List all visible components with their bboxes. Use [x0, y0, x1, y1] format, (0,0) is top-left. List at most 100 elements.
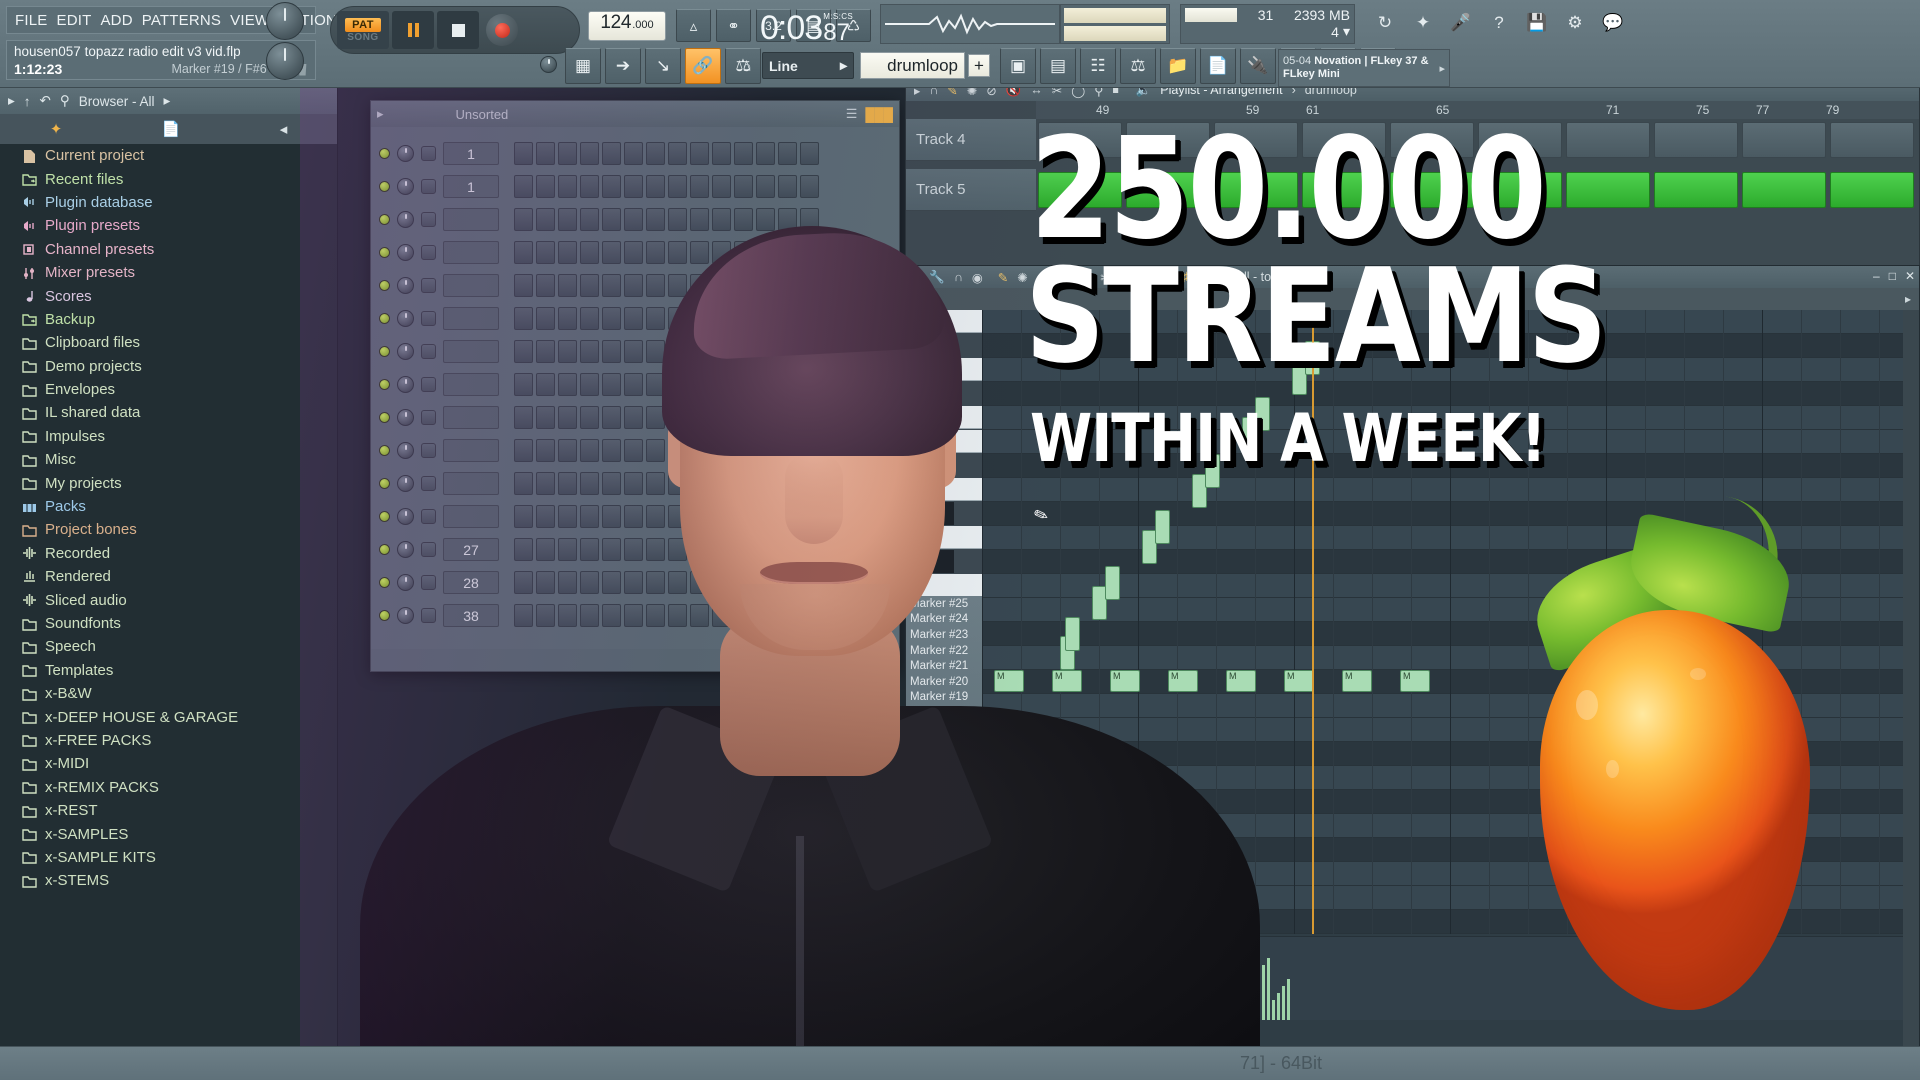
velocity-bar[interactable]	[1052, 965, 1055, 1020]
piano-roll-wrench-icon[interactable]: 🔧	[929, 270, 945, 285]
velocity-bar[interactable]	[1132, 1000, 1135, 1020]
channel-pan-knob[interactable]	[397, 442, 414, 459]
piano-roll-marker[interactable]: Marker #21	[906, 658, 982, 674]
piano-roll-note[interactable]	[1154, 510, 1170, 545]
channel-name[interactable]: 28	[443, 571, 499, 594]
channel-mute-button[interactable]	[421, 146, 436, 161]
piano-key-white[interactable]	[906, 358, 982, 381]
piano-roll-channel-icon[interactable]: ♯	[1182, 270, 1188, 284]
velocity-bar[interactable]	[1152, 972, 1155, 1020]
menu-item-file[interactable]: FILE	[15, 12, 47, 29]
master-volume-knob[interactable]	[266, 2, 304, 40]
playlist-clip[interactable]	[1478, 172, 1562, 208]
playlist-clip[interactable]	[1126, 122, 1210, 158]
channel-name[interactable]	[443, 208, 499, 231]
channel-led-icon[interactable]	[379, 478, 390, 489]
browser-item[interactable]: Current project	[0, 144, 337, 167]
maximize-icon[interactable]: □	[1889, 269, 1896, 283]
velocity-bar[interactable]	[1262, 965, 1265, 1020]
velocity-bar[interactable]	[1252, 979, 1255, 1020]
channel-led-icon[interactable]	[379, 511, 390, 522]
channel-rack-group-name[interactable]: Unsorted	[456, 107, 509, 122]
velocity-bar[interactable]	[1202, 1000, 1205, 1020]
piano-roll-marker[interactable]: Marker #14	[906, 768, 982, 784]
channel-rack-row[interactable]	[379, 335, 891, 368]
piano-roll-delete-tool-icon[interactable]: ⊘	[1056, 270, 1066, 285]
browser-item[interactable]: Sliced audio	[0, 588, 337, 611]
piano-roll-next-icon[interactable]: ▸	[1905, 292, 1911, 306]
piano-roll-mute-tool-icon[interactable]: 🔇	[1076, 270, 1092, 285]
comment-icon[interactable]: 💬	[1598, 8, 1628, 38]
channel-led-icon[interactable]	[379, 181, 390, 192]
refresh-icon[interactable]: ↻	[1370, 8, 1400, 38]
piano-roll-note[interactable]: M	[1052, 670, 1082, 692]
velocity-bar[interactable]	[1162, 958, 1165, 1020]
browser-up-icon[interactable]: ↑	[24, 94, 31, 109]
channel-rack-graph-icon[interactable]: ☰	[846, 106, 858, 122]
menu-item-add[interactable]: ADD	[100, 12, 132, 29]
channel-pan-knob[interactable]	[397, 211, 414, 228]
slide-notes-button[interactable]: ↘	[645, 48, 681, 84]
channel-mute-button[interactable]	[421, 542, 436, 557]
channel-pan-knob[interactable]	[397, 376, 414, 393]
channel-rack-row[interactable]	[379, 236, 891, 269]
channel-led-icon[interactable]	[379, 148, 390, 159]
velocity-bar[interactable]	[1042, 979, 1045, 1020]
browser-item[interactable]: Envelopes	[0, 378, 337, 401]
velocity-bar[interactable]	[1112, 979, 1115, 1020]
browser-wave-tool-icon[interactable]: ✦	[50, 120, 63, 138]
velocity-bar[interactable]	[1147, 979, 1150, 1020]
channel-name[interactable]	[443, 439, 499, 462]
master-level-meter[interactable]	[1060, 4, 1170, 44]
channel-pan-knob[interactable]	[397, 244, 414, 261]
channel-led-icon[interactable]	[379, 379, 390, 390]
channel-rack-expand-icon[interactable]: ▸	[377, 106, 384, 122]
velocity-bar[interactable]	[1187, 972, 1190, 1020]
channel-led-icon[interactable]	[379, 577, 390, 588]
piano-roll-note[interactable]	[1064, 616, 1080, 651]
browser-item[interactable]: x-FREE PACKS	[0, 729, 337, 752]
channel-rack-row[interactable]	[379, 434, 891, 467]
channel-mute-button[interactable]	[421, 608, 436, 623]
channel-mute-button[interactable]	[421, 410, 436, 425]
piano-key-black[interactable]	[906, 910, 954, 933]
channel-mute-button[interactable]	[421, 509, 436, 524]
channel-pan-knob[interactable]	[397, 508, 414, 525]
snap-selector[interactable]: Line ▸	[762, 52, 854, 79]
channel-step-grid[interactable]	[514, 241, 819, 264]
channel-name[interactable]	[443, 340, 499, 363]
channel-name[interactable]: 27	[443, 538, 499, 561]
browser-item[interactable]: Plugin database	[0, 191, 337, 214]
piano-roll-marker[interactable]: Marker #25	[906, 596, 982, 612]
piano-roll-marker[interactable]: Marker #13	[906, 783, 982, 799]
channel-led-icon[interactable]	[379, 313, 390, 324]
menu-item-patterns[interactable]: PATTERNS	[142, 12, 221, 29]
velocity-bar[interactable]	[1117, 972, 1120, 1020]
link-tools-icon[interactable]: ✦	[1408, 8, 1438, 38]
velocity-bar[interactable]	[1092, 958, 1095, 1020]
microphone-icon[interactable]: 🎤	[1446, 8, 1476, 38]
add-pattern-button[interactable]: +	[968, 54, 990, 77]
channel-rack-row[interactable]: 27	[379, 533, 891, 566]
channel-mute-button[interactable]	[421, 245, 436, 260]
browser-item[interactable]: Recent files	[0, 167, 337, 190]
browser-menu-chevron-icon[interactable]: ▸	[164, 93, 171, 109]
channel-rack-row[interactable]: 1	[379, 137, 891, 170]
playlist-clip[interactable]	[1830, 172, 1914, 208]
channel-name[interactable]	[443, 274, 499, 297]
playlist-clip[interactable]	[1654, 122, 1738, 158]
channel-rack-button[interactable]: ☷	[1080, 48, 1116, 84]
piano-roll-slip-tool-icon[interactable]: ✂	[1100, 270, 1110, 285]
channel-rack-row[interactable]	[379, 269, 891, 302]
playlist-clip[interactable]	[1302, 122, 1386, 158]
metronome-button[interactable]: ▵	[676, 9, 711, 42]
browser-item[interactable]: Misc	[0, 448, 337, 471]
velocity-bar[interactable]	[1232, 958, 1235, 1020]
piano-roll-note[interactable]	[1204, 454, 1220, 489]
piano-roll-marker[interactable]: Marker #9	[906, 846, 982, 862]
velocity-bar[interactable]	[1077, 979, 1080, 1020]
piano-roll-magnet-icon[interactable]: ∩	[954, 270, 963, 284]
channel-name[interactable]	[443, 472, 499, 495]
channel-step-grid[interactable]	[514, 571, 819, 594]
channel-step-grid[interactable]	[514, 307, 819, 330]
